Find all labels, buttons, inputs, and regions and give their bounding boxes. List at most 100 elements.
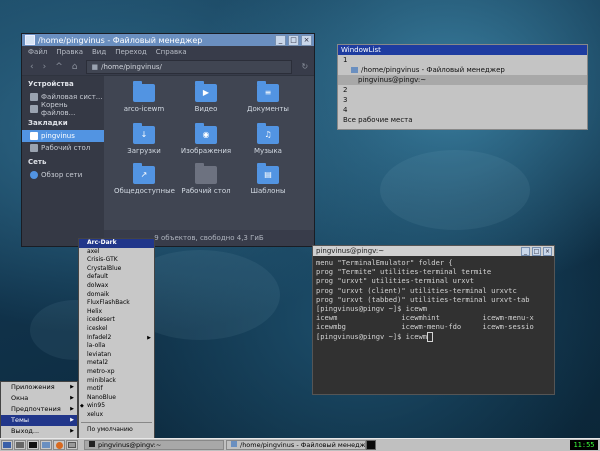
theme-item[interactable]: Infadel2 ▶ (79, 334, 154, 343)
theme-label: Infadel2 (87, 333, 112, 341)
menu-item-preferences[interactable]: Предпочтения ▶ (1, 404, 77, 415)
sidebar-item-network[interactable]: Обзор сети (22, 169, 104, 181)
clock[interactable]: 11:55 (570, 440, 598, 450)
theme-item[interactable]: CrystalBlue (79, 265, 154, 274)
menu-item-windows[interactable]: Окна ▶ (1, 393, 77, 404)
menu-file[interactable]: Файл (28, 48, 47, 56)
menu-item-applications[interactable]: Приложения ▶ (1, 382, 77, 393)
workspace-row[interactable]: 4 (338, 105, 587, 115)
file-manager-launcher-button[interactable] (40, 440, 52, 450)
browser-launcher-button[interactable] (53, 440, 65, 450)
file-manager-titlebar[interactable]: /home/pingvinus - Файловый менеджер _ □ … (22, 34, 314, 46)
menu-item-logout[interactable]: Выход... ▶ (1, 426, 77, 437)
file-item[interactable]: ≡ Документы (238, 81, 298, 113)
theme-item[interactable]: icedesert (79, 316, 154, 325)
window-list-button[interactable] (66, 440, 78, 450)
sidebar-heading: Сеть (28, 158, 47, 166)
file-item[interactable]: ♫ Музыка (238, 123, 298, 155)
workspace-row[interactable]: 1 (338, 55, 587, 65)
close-button[interactable]: × (543, 246, 552, 256)
theme-item[interactable]: NanoBlue (79, 394, 154, 403)
path-bar[interactable]: ■ /home/pingvinus/ (86, 59, 293, 74)
window-title: /home/pingvinus - Файловый менеджер (38, 35, 203, 45)
menu-item-themes[interactable]: Темы ▶ (1, 415, 77, 426)
file-manager-window: /home/pingvinus - Файловый менеджер _ □ … (21, 33, 315, 247)
file-item[interactable]: arco-icewm (114, 81, 174, 113)
menu-edit[interactable]: Правка (56, 48, 83, 56)
file-item[interactable]: ▶ Видео (176, 81, 236, 113)
sidebar-item-label: Корень файлов... (40, 101, 76, 117)
taskbar-task[interactable]: pingvinus@pingv:~ (84, 440, 224, 450)
theme-label: default (87, 273, 109, 281)
terminal-line: prog "urxvt" utilities-terminal urxvt (316, 276, 475, 286)
window-row[interactable]: pingvinus@pingv:~ (338, 75, 587, 85)
theme-label: win95 (87, 402, 106, 410)
theme-item[interactable]: metal2 (79, 359, 154, 368)
file-item[interactable]: ▤ Шаблоны (238, 163, 298, 195)
theme-item[interactable]: la-olla (79, 342, 154, 351)
menu-view[interactable]: Вид (92, 48, 106, 56)
theme-item[interactable]: Arc-Dark (79, 239, 154, 248)
file-item[interactable]: ↗ Общедоступные (114, 163, 175, 195)
path-text: /home/pingvinus/ (101, 62, 162, 71)
window-list-title[interactable]: WindowList (338, 45, 587, 55)
theme-item[interactable]: axel (79, 248, 154, 257)
forward-arrow-icon[interactable]: › (43, 62, 47, 72)
tray-monitor-icon[interactable] (366, 440, 376, 450)
theme-item[interactable]: Crisis-GTK (79, 256, 154, 265)
sidebar-item-label: Файловая сист... (41, 93, 103, 101)
minimize-button[interactable]: _ (521, 246, 530, 256)
theme-item[interactable]: metro-xp (79, 368, 154, 377)
terminal-titlebar[interactable]: pingvinus@pingv:~ _ □ × (313, 246, 554, 256)
theme-label: metro-xp (87, 367, 115, 375)
workspace-row[interactable]: 3 (338, 95, 587, 105)
terminal-output[interactable]: menu "TerminalEmulator" folder {prog "Te… (313, 256, 554, 396)
theme-item[interactable]: default (79, 273, 154, 282)
theme-label: icedesert (87, 316, 115, 324)
terminal-launcher-button[interactable] (27, 440, 39, 450)
file-item[interactable]: Рабочий стол (176, 163, 236, 195)
sidebar-item-pingvinus[interactable]: pingvinus (22, 130, 104, 142)
theme-item[interactable]: FluxFlashBack (79, 299, 154, 308)
home-icon[interactable]: ⌂ (72, 62, 78, 72)
theme-item[interactable]: leviatan (79, 351, 154, 360)
back-arrow-icon[interactable]: ‹ (30, 62, 34, 72)
themes-menu: Arc-Dark axel Crisis-GTK CrystalBlue def… (78, 238, 155, 450)
menu-go[interactable]: Переход (115, 48, 147, 56)
up-arrow-icon[interactable]: ^ (55, 62, 63, 72)
theme-label: FluxFlashBack (87, 299, 130, 307)
file-item[interactable]: ↓ Загрузки (114, 123, 174, 155)
sidebar-heading: Закладки (28, 119, 68, 127)
close-button[interactable]: × (301, 34, 312, 46)
maximize-button[interactable]: □ (532, 246, 541, 256)
refresh-icon[interactable]: ↻ (301, 62, 308, 71)
workspace-label: 3 (343, 96, 348, 104)
theme-label: motif (87, 385, 103, 393)
maximize-button[interactable]: □ (288, 34, 299, 46)
home-folder-icon (30, 132, 38, 140)
theme-item[interactable]: iceskel (79, 325, 154, 334)
sidebar-item-root[interactable]: Корень файлов... (22, 101, 104, 117)
file-item[interactable]: ◉ Изображения (176, 123, 236, 155)
theme-item-current[interactable]: win95 (79, 402, 154, 411)
show-desktop-button[interactable] (14, 440, 26, 450)
theme-item[interactable]: xelux (79, 411, 154, 420)
window-row[interactable]: /home/pingvinus - Файловый менеджер (338, 65, 587, 75)
sidebar-item-desktop[interactable]: Рабочий стол (22, 142, 104, 154)
minimize-button[interactable]: _ (275, 34, 286, 46)
workspace-label: 4 (343, 106, 348, 114)
window-list-icon (68, 442, 76, 448)
theme-item[interactable]: motif (79, 385, 154, 394)
theme-item[interactable]: dolwax (79, 282, 154, 291)
theme-item[interactable]: Helix (79, 308, 154, 317)
start-button[interactable] (1, 440, 13, 450)
workspace-row[interactable]: 2 (338, 85, 587, 95)
desktop-folder-icon (30, 144, 38, 152)
all-workspaces-row[interactable]: Все рабочие места (338, 115, 587, 125)
menu-help[interactable]: Справка (156, 48, 187, 56)
theme-item[interactable]: domaik (79, 291, 154, 300)
terminal-line: prog "urxvt (client)" utilities-terminal… (316, 285, 517, 295)
taskbar-task[interactable]: /home/pingvinus - Файловый менедж (226, 440, 366, 450)
default-theme-item[interactable]: По умолчанию (79, 426, 154, 435)
theme-item[interactable]: miniblack (79, 377, 154, 386)
